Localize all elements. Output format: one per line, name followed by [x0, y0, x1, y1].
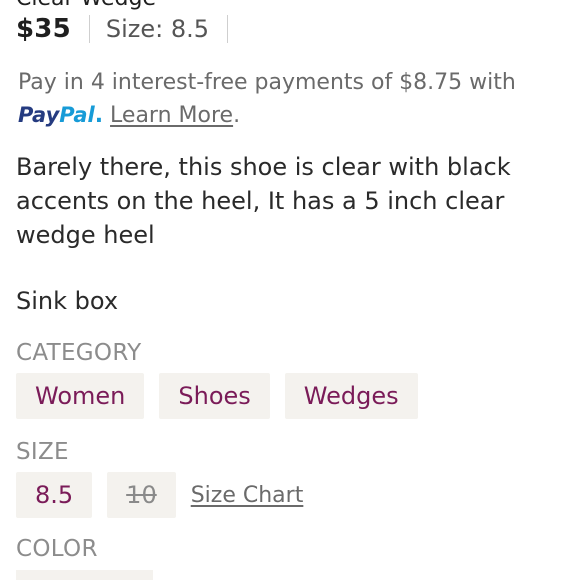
color-chip[interactable] [16, 570, 153, 580]
description-text: Barely there, this shoe is clear with bl… [16, 153, 511, 249]
category-chips: Women Shoes Wedges [16, 373, 433, 419]
divider [227, 15, 229, 43]
paypal-logo: PayPal [18, 103, 95, 127]
price-size-row: $35 Size: 8.5 [16, 12, 229, 46]
description-text-2: Sink box [16, 287, 119, 315]
paypal-installments: Pay in 4 interest-free payments of $8.75… [18, 66, 568, 132]
size-options: 8.5 10 Size Chart [16, 472, 303, 518]
learn-more-link[interactable]: Learn More [110, 103, 233, 128]
size-info: Size: 8.5 [105, 15, 210, 43]
size-option-8-5[interactable]: 8.5 [16, 472, 93, 518]
color-label: COLOR [16, 536, 98, 562]
divider [88, 15, 90, 43]
size-label: SIZE [16, 439, 69, 465]
size-option-10: 10 [107, 472, 176, 518]
description: Barely there, this shoe is clear with bl… [16, 150, 566, 318]
price: $35 [16, 14, 71, 44]
listing-title: Clear Wedge [16, 0, 156, 11]
trailing-period: . [233, 103, 241, 128]
logo-period: . [94, 103, 104, 128]
size-chart-link[interactable]: Size Chart [191, 483, 304, 508]
installment-text: Pay in 4 interest-free payments of $8.75… [18, 70, 516, 95]
category-label: CATEGORY [16, 340, 142, 366]
category-chip-women[interactable]: Women [16, 373, 145, 419]
listing-details: Clear Wedge $35 Size: 8.5 Pay in 4 inter… [0, 0, 580, 580]
category-chip-wedges[interactable]: Wedges [284, 373, 418, 419]
category-chip-shoes[interactable]: Shoes [159, 373, 270, 419]
